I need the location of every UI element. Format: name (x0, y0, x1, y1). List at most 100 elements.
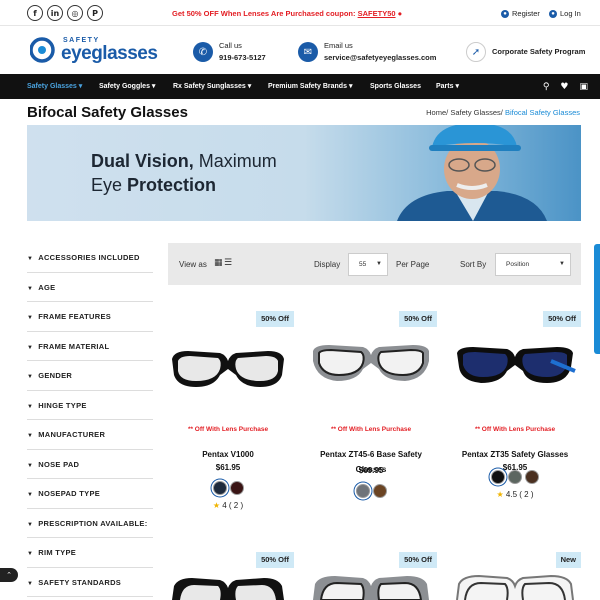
color-swatch[interactable] (508, 470, 522, 484)
promo-text: Get 50% OFF When Lenses Are Purchased co… (172, 9, 356, 18)
product-image[interactable] (451, 572, 579, 600)
facebook-icon[interactable]: f (27, 5, 43, 21)
promo-banner: Get 50% OFF When Lenses Are Purchased co… (172, 9, 402, 18)
filter-rim-type[interactable]: ▼ RIM TYPE (27, 538, 153, 568)
color-swatch[interactable] (372, 484, 387, 498)
discount-badge: 50% Off (256, 311, 294, 327)
call-us-block[interactable]: ✆ Call us 919-673-5127 (193, 40, 266, 64)
breadcrumb-safety-glasses[interactable]: Safety Glasses (450, 108, 500, 117)
email-label: Email us (324, 41, 353, 50)
review-count: ( 2 ) (519, 490, 534, 499)
product-image[interactable] (307, 572, 435, 600)
nav-premium-brands[interactable]: Premium Safety Brands ▾ (268, 74, 352, 99)
product-card[interactable]: 50% Off ** Off With Lens Purchase Pentax… (305, 311, 437, 521)
product-card[interactable]: 50% Off ** Off With Lens Purchase Pentax… (162, 311, 294, 521)
filter-age[interactable]: ▼ AGE (27, 273, 153, 302)
email-address[interactable]: service@safetyeyeglasses.com (324, 52, 436, 64)
breadcrumb-home[interactable]: Home (426, 108, 446, 117)
nav-label: Safety Glasses (27, 83, 77, 90)
filter-nose-pad[interactable]: ▼ NOSE PAD (27, 450, 153, 479)
grid-view-icon[interactable]: ▦ (214, 258, 223, 268)
nav-safety-glasses[interactable]: Safety Glasses ▾ (27, 74, 82, 99)
color-swatch[interactable] (212, 481, 227, 495)
color-swatch[interactable] (229, 481, 244, 495)
logo-main-text: eyeglasses (61, 43, 158, 64)
chevron-down-icon: ▾ (151, 83, 156, 90)
discount-badge: 50% Off (399, 311, 437, 327)
product-image[interactable] (164, 331, 292, 391)
lens-offer-note: ** Off With Lens Purchase (330, 426, 412, 433)
filter-label: MANUFACTURER (38, 430, 106, 439)
instagram-icon[interactable]: ◎ (67, 5, 83, 21)
product-card[interactable]: 50% Off (305, 552, 437, 600)
nav-icon-group: ⚲ ♥ ▣ (543, 74, 588, 99)
color-swatch[interactable] (355, 484, 370, 498)
linkedin-icon[interactable]: in (47, 5, 63, 21)
product-image[interactable] (164, 572, 292, 600)
product-rating[interactable]: ★ 4.5 ( 2 ) (449, 490, 581, 499)
caret-down-icon: ▼ (27, 580, 34, 587)
pinterest-icon[interactable]: P (87, 5, 103, 21)
filter-nosepad-type[interactable]: ▼ NOSEPAD TYPE (27, 479, 153, 509)
filter-label: GENDER (38, 371, 73, 380)
nav-rx-sunglasses[interactable]: Rx Safety Sunglasses ▾ (173, 74, 251, 99)
nav-sports-glasses[interactable]: Sports Glasses (370, 74, 421, 99)
star-icon: ★ (496, 490, 504, 499)
filter-label: PRESCRIPTION AVAILABLE: (38, 518, 148, 528)
banner-start-2: Eye (91, 175, 128, 195)
feedback-tab[interactable] (594, 244, 600, 354)
listing-toolbar: View as ▦ ☰ Display 55 ▼ Per Page Sort By… (168, 243, 581, 285)
product-card[interactable]: 50% Off (162, 552, 294, 600)
filter-frame-material[interactable]: ▼ FRAME MATERIAL (27, 332, 153, 361)
category-banner: Dual Vision, Maximum Eye Protection (27, 125, 581, 221)
scroll-to-top-button[interactable]: ⌃ (0, 568, 18, 582)
search-icon[interactable]: ⚲ (543, 82, 550, 92)
product-rating[interactable]: ★ 4 ( 2 ) (162, 501, 294, 510)
sort-by-label: Sort By (460, 260, 487, 269)
display-select[interactable]: 55 ▼ (348, 253, 388, 276)
color-swatch[interactable] (491, 470, 505, 484)
cart-icon[interactable]: ▣ (579, 82, 588, 92)
color-swatches (162, 481, 294, 495)
chevron-down-icon: ▼ (559, 261, 565, 267)
corporate-program-link[interactable]: ➚ Corporate Safety Program (466, 42, 585, 62)
product-image[interactable] (451, 331, 579, 391)
banner-headline-line2: Eye Protection (91, 175, 216, 196)
main-nav: Safety Glasses ▾ Safety Goggles ▾ Rx Saf… (0, 74, 600, 99)
filter-hinge-type[interactable]: ▼ HINGE TYPE (27, 391, 153, 420)
site-logo[interactable]: SAFETY eyeglasses (29, 34, 158, 66)
filter-safety-standards[interactable]: ▼ SAFETY STANDARDS (27, 568, 153, 597)
product-card[interactable]: New (449, 552, 581, 600)
filter-accessories-included[interactable]: ▼ ACCESSORIES INCLUDED (27, 243, 153, 273)
nav-label: Premium Safety Brands (268, 83, 347, 90)
color-swatch[interactable] (525, 470, 539, 484)
worker-photo (397, 125, 547, 221)
promo-code[interactable]: SAFETY50 (358, 9, 396, 18)
product-image[interactable] (307, 331, 435, 391)
nav-safety-goggles[interactable]: Safety Goggles ▾ (99, 74, 155, 99)
nav-parts[interactable]: Parts ▾ (436, 74, 459, 99)
product-card[interactable]: 50% Off ** Off With Lens Purchase Pentax… (449, 311, 581, 521)
rating-value: 4.5 (505, 490, 518, 499)
email-us-block[interactable]: ✉ Email us service@safetyeyeglasses.com (298, 40, 436, 64)
filter-gender[interactable]: ▼ GENDER (27, 361, 153, 391)
login-link[interactable]: ● Log In (549, 9, 581, 18)
filter-prescription-available[interactable]: ▼ PRESCRIPTION AVAILABLE: (27, 509, 153, 538)
product-name[interactable]: Pentax V1000 (172, 447, 284, 462)
filter-label: SAFETY STANDARDS (38, 577, 122, 587)
call-number[interactable]: 919-673-5127 (219, 52, 266, 64)
register-link[interactable]: ● Register (501, 9, 540, 18)
color-swatches (449, 470, 581, 484)
filter-manufacturer[interactable]: ▼ MANUFACTURER (27, 420, 153, 450)
filter-label: AGE (38, 282, 56, 292)
heart-icon[interactable]: ♥ (560, 82, 568, 92)
filter-label: ACCESSORIES INCLUDED (38, 253, 140, 262)
register-label: Register (512, 9, 540, 18)
product-name[interactable]: Pentax ZT35 Safety Glasses (459, 447, 571, 462)
sort-select[interactable]: Position ▼ (495, 253, 571, 276)
filter-label: NOSE PAD (38, 459, 80, 469)
page-root: f in ◎ P Get 50% OFF When Lenses Are Pur… (0, 0, 600, 600)
filter-frame-features[interactable]: ▼ FRAME FEATURES (27, 302, 153, 332)
list-view-icon[interactable]: ☰ (224, 258, 232, 268)
filter-label: RIM TYPE (38, 548, 77, 557)
